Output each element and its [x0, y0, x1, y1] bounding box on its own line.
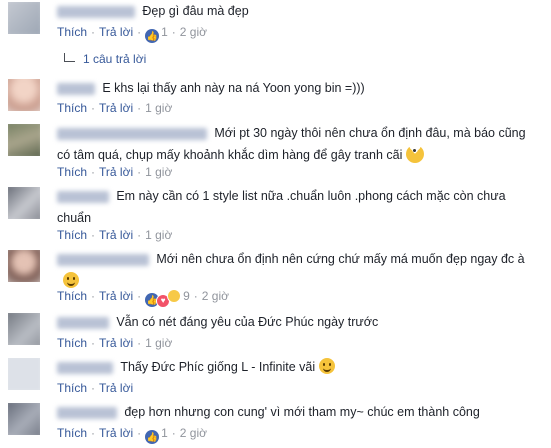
comment-actions: Thích · Trả lời · 👍 ♥ 9 · 2 giờ [57, 288, 229, 308]
reply-arrow-icon [64, 53, 75, 62]
comment-actions: Thích · Trả lời · 👍 1 · 2 giờ [57, 426, 208, 444]
reply-link[interactable]: Trả lời [99, 381, 133, 395]
reaction-count[interactable]: 1 [161, 426, 168, 440]
comment-text: Thấy Đức Phíc giống L - Infinite vãi [120, 360, 316, 374]
comment-text: Đẹp gì đâu mà đẹp [142, 4, 249, 18]
commenter-name[interactable] [57, 253, 149, 266]
reply-link[interactable]: Trả lời [99, 289, 133, 303]
like-reaction-icon[interactable]: 👍 [145, 29, 160, 43]
like-link[interactable]: Thích [57, 101, 87, 115]
comment-text: đẹp hơn nhưng con cung' vì mới tham my~ … [124, 405, 480, 419]
comment-actions: Thích · Trả lời · 1 giờ [57, 228, 173, 242]
view-replies-link[interactable]: 1 câu trả lời [64, 52, 146, 66]
timestamp[interactable]: 1 giờ [145, 336, 172, 350]
commenter-name[interactable] [57, 5, 135, 18]
comment-actions: Thích · Trả lời · 1 giờ [57, 336, 173, 350]
commenter-name[interactable] [57, 361, 113, 374]
comment-text: Mới nên chưa ổn định nên cứng chứ mấy má… [156, 252, 525, 266]
reply-link[interactable]: Trả lời [99, 25, 133, 39]
reaction-count[interactable]: 1 [161, 25, 168, 39]
comment-text: Em này cần có 1 style list nữa .chuẩn lu… [57, 189, 506, 225]
comment-actions: Thích · Trả lời · 1 giờ [57, 165, 173, 179]
timestamp[interactable]: 2 giờ [180, 25, 207, 39]
like-link[interactable]: Thích [57, 336, 87, 350]
pacman-icon [406, 145, 425, 163]
comment-text: Vẫn có nét đáng yêu của Đức Phúc ngày tr… [116, 315, 379, 329]
expressionless-face-icon [63, 272, 79, 288]
like-link[interactable]: Thích [57, 228, 87, 242]
comment-actions: Thích · Trả lời [57, 381, 134, 395]
commenter-name[interactable] [57, 406, 117, 419]
commenter-name[interactable] [57, 127, 207, 140]
reaction-count[interactable]: 9 [183, 289, 190, 303]
timestamp[interactable]: 1 giờ [145, 228, 172, 242]
reply-link[interactable]: Trả lời [99, 426, 133, 440]
comment-actions: Thích · Trả lời · 👍 1 · 2 giờ [57, 25, 208, 43]
timestamp[interactable]: 1 giờ [145, 101, 172, 115]
wow-reaction-icon[interactable] [167, 289, 182, 303]
commenter-name[interactable] [57, 82, 95, 95]
comment-text: E khs lại thấy anh này na ná Yoon yong b… [102, 81, 365, 95]
reply-link[interactable]: Trả lời [99, 101, 133, 115]
timestamp[interactable]: 2 giờ [202, 289, 229, 303]
avatar[interactable] [8, 403, 40, 435]
reply-link[interactable]: Trả lời [99, 165, 133, 179]
like-reaction-icon[interactable]: 👍 [145, 430, 160, 444]
like-link[interactable]: Thích [57, 426, 87, 440]
comment-actions: Thích · Trả lời · 1 giờ [57, 101, 173, 115]
avatar[interactable] [8, 250, 40, 282]
like-link[interactable]: Thích [57, 25, 87, 39]
avatar[interactable] [8, 313, 40, 345]
commenter-name[interactable] [57, 316, 109, 329]
avatar[interactable] [8, 187, 40, 219]
like-link[interactable]: Thích [57, 165, 87, 179]
laughing-face-icon [319, 358, 336, 374]
avatar[interactable] [8, 2, 40, 34]
avatar[interactable] [8, 79, 40, 111]
timestamp[interactable]: 1 giờ [145, 165, 172, 179]
reply-link[interactable]: Trả lời [99, 228, 133, 242]
avatar[interactable] [8, 124, 40, 156]
timestamp[interactable]: 2 giờ [180, 426, 207, 440]
commenter-name[interactable] [57, 190, 109, 203]
reply-link[interactable]: Trả lời [99, 336, 133, 350]
like-link[interactable]: Thích [57, 381, 87, 395]
like-link[interactable]: Thích [57, 289, 87, 303]
avatar[interactable] [8, 358, 40, 390]
